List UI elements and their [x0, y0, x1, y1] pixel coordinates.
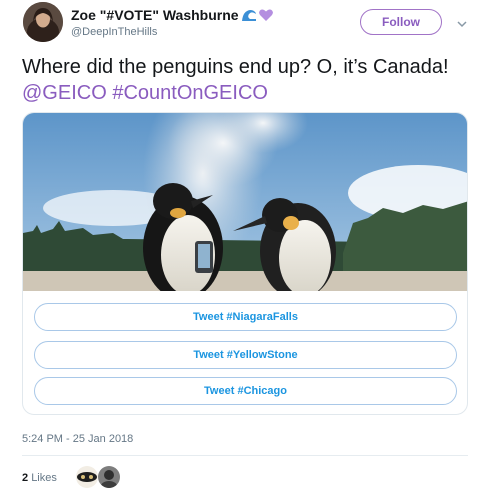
tweet-timestamp[interactable]: 5:24 PM - 25 Jan 2018 [22, 433, 133, 445]
likes-count[interactable]: 2 Likes [22, 472, 57, 484]
poll-option-chicago[interactable]: Tweet #Chicago [34, 377, 457, 405]
user-avatar[interactable] [23, 2, 63, 42]
liker-avatar[interactable] [76, 466, 98, 488]
liker-avatar[interactable] [98, 466, 120, 488]
penguins-photo[interactable] [23, 113, 467, 300]
follow-button[interactable]: Follow [360, 9, 442, 35]
tweet-card: Tweet #NiagaraFalls Tweet #YellowStone T… [22, 112, 468, 415]
user-display-name[interactable]: Zoe "#VOTE" Washburne [71, 7, 274, 23]
likes-number: 2 [22, 472, 29, 484]
chevron-down-icon[interactable] [456, 16, 468, 28]
tweet-header: Zoe "#VOTE" Washburne @DeepInTheHills Fo… [0, 0, 489, 50]
poll-option-niagara-falls[interactable]: Tweet #NiagaraFalls [34, 303, 457, 331]
tweet-text: Where did the penguins end up? O, it’s C… [22, 54, 472, 106]
divider [22, 455, 468, 456]
tweet-body: Where did the penguins end up? O, it’s C… [22, 56, 449, 78]
user-name-text: Zoe "#VOTE" Washburne [71, 7, 239, 23]
mention-link[interactable]: @GEICO [22, 82, 107, 104]
wave-emoji-icon [241, 8, 257, 22]
poll-option-yellowstone[interactable]: Tweet #YellowStone [34, 341, 457, 369]
hashtag-link[interactable]: #CountOnGEICO [112, 82, 268, 104]
user-handle[interactable]: @DeepInTheHills [71, 26, 157, 38]
likes-label: Likes [31, 472, 57, 484]
purple-heart-icon [258, 8, 274, 22]
